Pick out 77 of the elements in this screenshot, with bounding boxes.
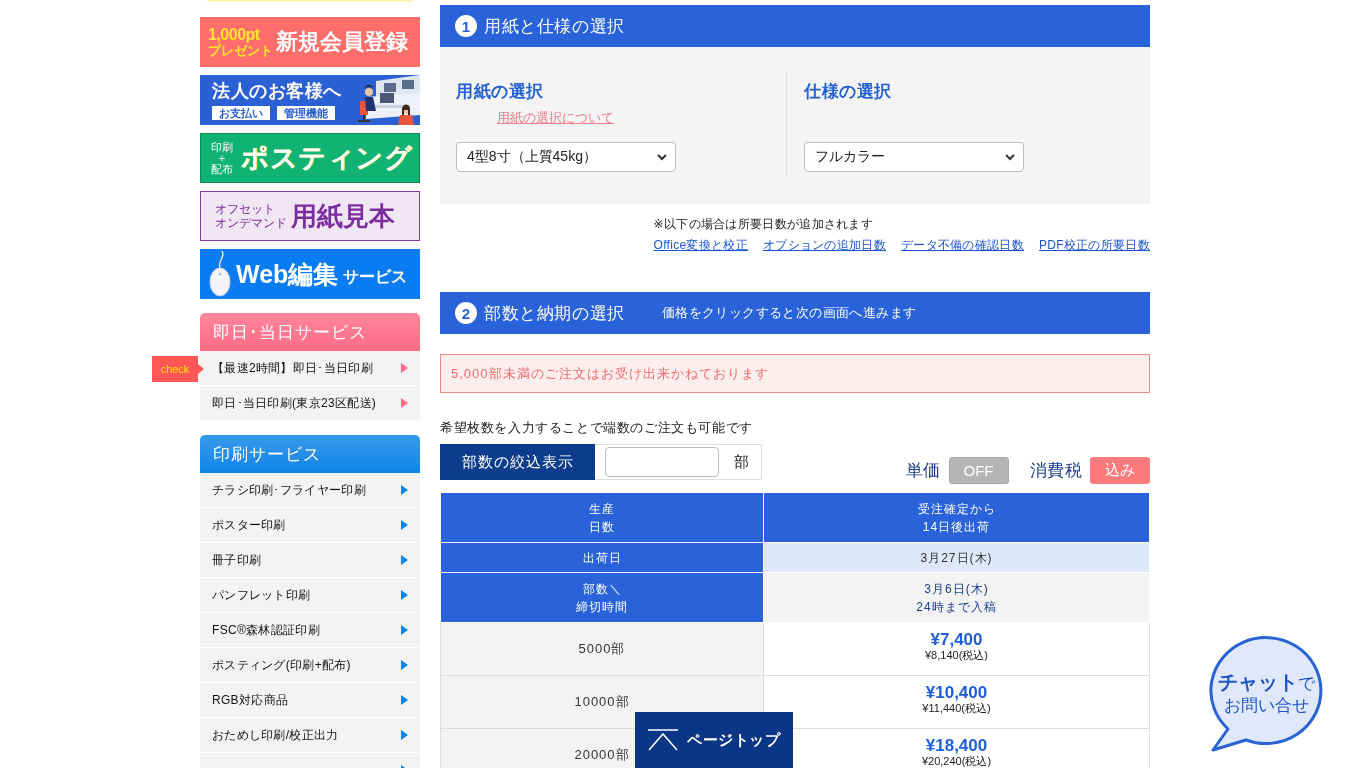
- web-editing-banner[interactable]: Web編集 サービス: [200, 249, 420, 299]
- tax-included-price: ¥20,240(税込): [921, 755, 992, 768]
- banner-points: 1,000pt: [208, 26, 260, 43]
- chevron-up-icon: [648, 729, 678, 751]
- alert-message: 5,000部未満のご注文はお受け出来かねております: [440, 354, 1150, 393]
- page-top-button[interactable]: ページトップ: [635, 712, 793, 768]
- sidebar-item[interactable]: FSC®森林認証印刷: [200, 613, 420, 648]
- step-title: 用紙と仕様の選択: [484, 15, 625, 38]
- banner-title: ポスティング: [241, 142, 412, 174]
- section-header: 即日･当日サービス: [200, 313, 420, 351]
- banner-title: 用紙見本: [291, 201, 395, 231]
- price-link[interactable]: ¥10,400: [925, 683, 988, 702]
- header-text: 締切時間: [576, 598, 628, 616]
- check-tag: check: [152, 356, 204, 382]
- info-link[interactable]: PDF校正の所要日数: [1039, 238, 1150, 253]
- step-hint: 価格をクリックすると次の画面へ進みます: [661, 304, 917, 322]
- chevron-down-icon: [1005, 153, 1015, 161]
- banner-caption: 印刷: [211, 141, 233, 153]
- mouse-icon: [209, 251, 231, 297]
- toggle-label: 消費税: [1029, 460, 1082, 482]
- step-number: 1: [455, 15, 477, 37]
- cell-text: 受注確定から: [917, 500, 996, 518]
- note-text: ※以下の場合は所要日数が追加されます: [653, 217, 875, 232]
- sidebar-item[interactable]: おためし印刷/校正出力: [200, 718, 420, 753]
- sidebar-item[interactable]: チラシ印刷･フライヤー印刷: [200, 473, 420, 508]
- banner-caption: オンデマンド: [215, 216, 287, 230]
- sidebar-item[interactable]: 【最速2時間】即日･当日印刷: [200, 351, 420, 386]
- info-link[interactable]: データ不備の確認日数: [901, 238, 1024, 253]
- cell-text: 24時まで入稿: [916, 598, 997, 616]
- info-link[interactable]: Office変換と校正: [653, 238, 748, 253]
- sidebar-item[interactable]: 即日･当日印刷(東京23区配送): [200, 386, 420, 421]
- cell-text: 14日後出荷: [922, 518, 991, 536]
- banner-tag: 管理機能: [277, 105, 335, 120]
- banner-caption: プレゼント: [208, 43, 273, 58]
- unit-label: 部: [734, 452, 749, 472]
- banner-caption: サービス: [343, 267, 408, 287]
- chat-button[interactable]: チャットで お問い合せ: [1208, 636, 1324, 753]
- price-link[interactable]: ¥7,400: [930, 630, 983, 649]
- quantity-text: 10000部: [574, 693, 630, 711]
- banner-title: 新規会員登録: [276, 29, 408, 55]
- dropdown-select[interactable]: 4型8寸（上質45kg）: [456, 142, 676, 172]
- quantity-text: 5000部: [578, 640, 626, 658]
- header-text: 日数: [589, 518, 615, 536]
- section-header: 印刷サービス: [200, 435, 420, 473]
- header-text: 出荷日: [582, 549, 622, 567]
- tax-included-price: ¥11,440(税込): [922, 702, 991, 715]
- banner-caption: 配布: [211, 163, 233, 175]
- toggle-label: 単価: [905, 460, 941, 482]
- banner-title: 法人のお客様へ: [212, 80, 342, 101]
- sidebar-item[interactable]: RGB対応商品: [200, 683, 420, 718]
- info-link[interactable]: オプションの追加日数: [763, 238, 886, 253]
- step-number: 2: [455, 302, 477, 324]
- filter-button[interactable]: 部数の絞込表示: [440, 444, 595, 480]
- header-text: 部数＼: [582, 580, 622, 598]
- step-title: 部数と納期の選択: [484, 302, 625, 325]
- sidebar-item[interactable]: ポスティング(印刷+配布): [200, 648, 420, 683]
- cell-text: 3月27日(木): [920, 549, 993, 567]
- column-heading: 用紙の選択: [456, 81, 544, 103]
- office-drawing: [356, 75, 420, 125]
- sidebar-item[interactable]: パンフレット印刷: [200, 578, 420, 613]
- quantity-text: 20000部: [574, 746, 630, 764]
- sidebar-item[interactable]: ポスター印刷: [200, 508, 420, 543]
- business-banner[interactable]: 法人のお客様へ お支払い 管理機能: [200, 75, 420, 125]
- dropdown-select[interactable]: フルカラー: [804, 142, 1024, 172]
- price-link[interactable]: ¥18,400: [925, 736, 988, 755]
- instruction-text: 希望枚数を入力することで端数のご注文も可能です: [440, 420, 753, 436]
- quantity-input[interactable]: [605, 447, 719, 477]
- header-text: 生産: [589, 500, 615, 518]
- sidebar-item[interactable]: 冊子印刷: [200, 543, 420, 578]
- banner-caption: オフセット: [215, 202, 276, 216]
- chevron-down-icon: [657, 153, 667, 161]
- banner-title: Web編集: [236, 259, 339, 289]
- cell-text: 3月6日(木): [924, 580, 989, 598]
- banner-caption: +: [218, 152, 226, 164]
- tax-included-price: ¥8,140(税込): [925, 649, 988, 662]
- banner-tag: お支払い: [212, 105, 270, 120]
- column-heading: 仕様の選択: [804, 81, 892, 103]
